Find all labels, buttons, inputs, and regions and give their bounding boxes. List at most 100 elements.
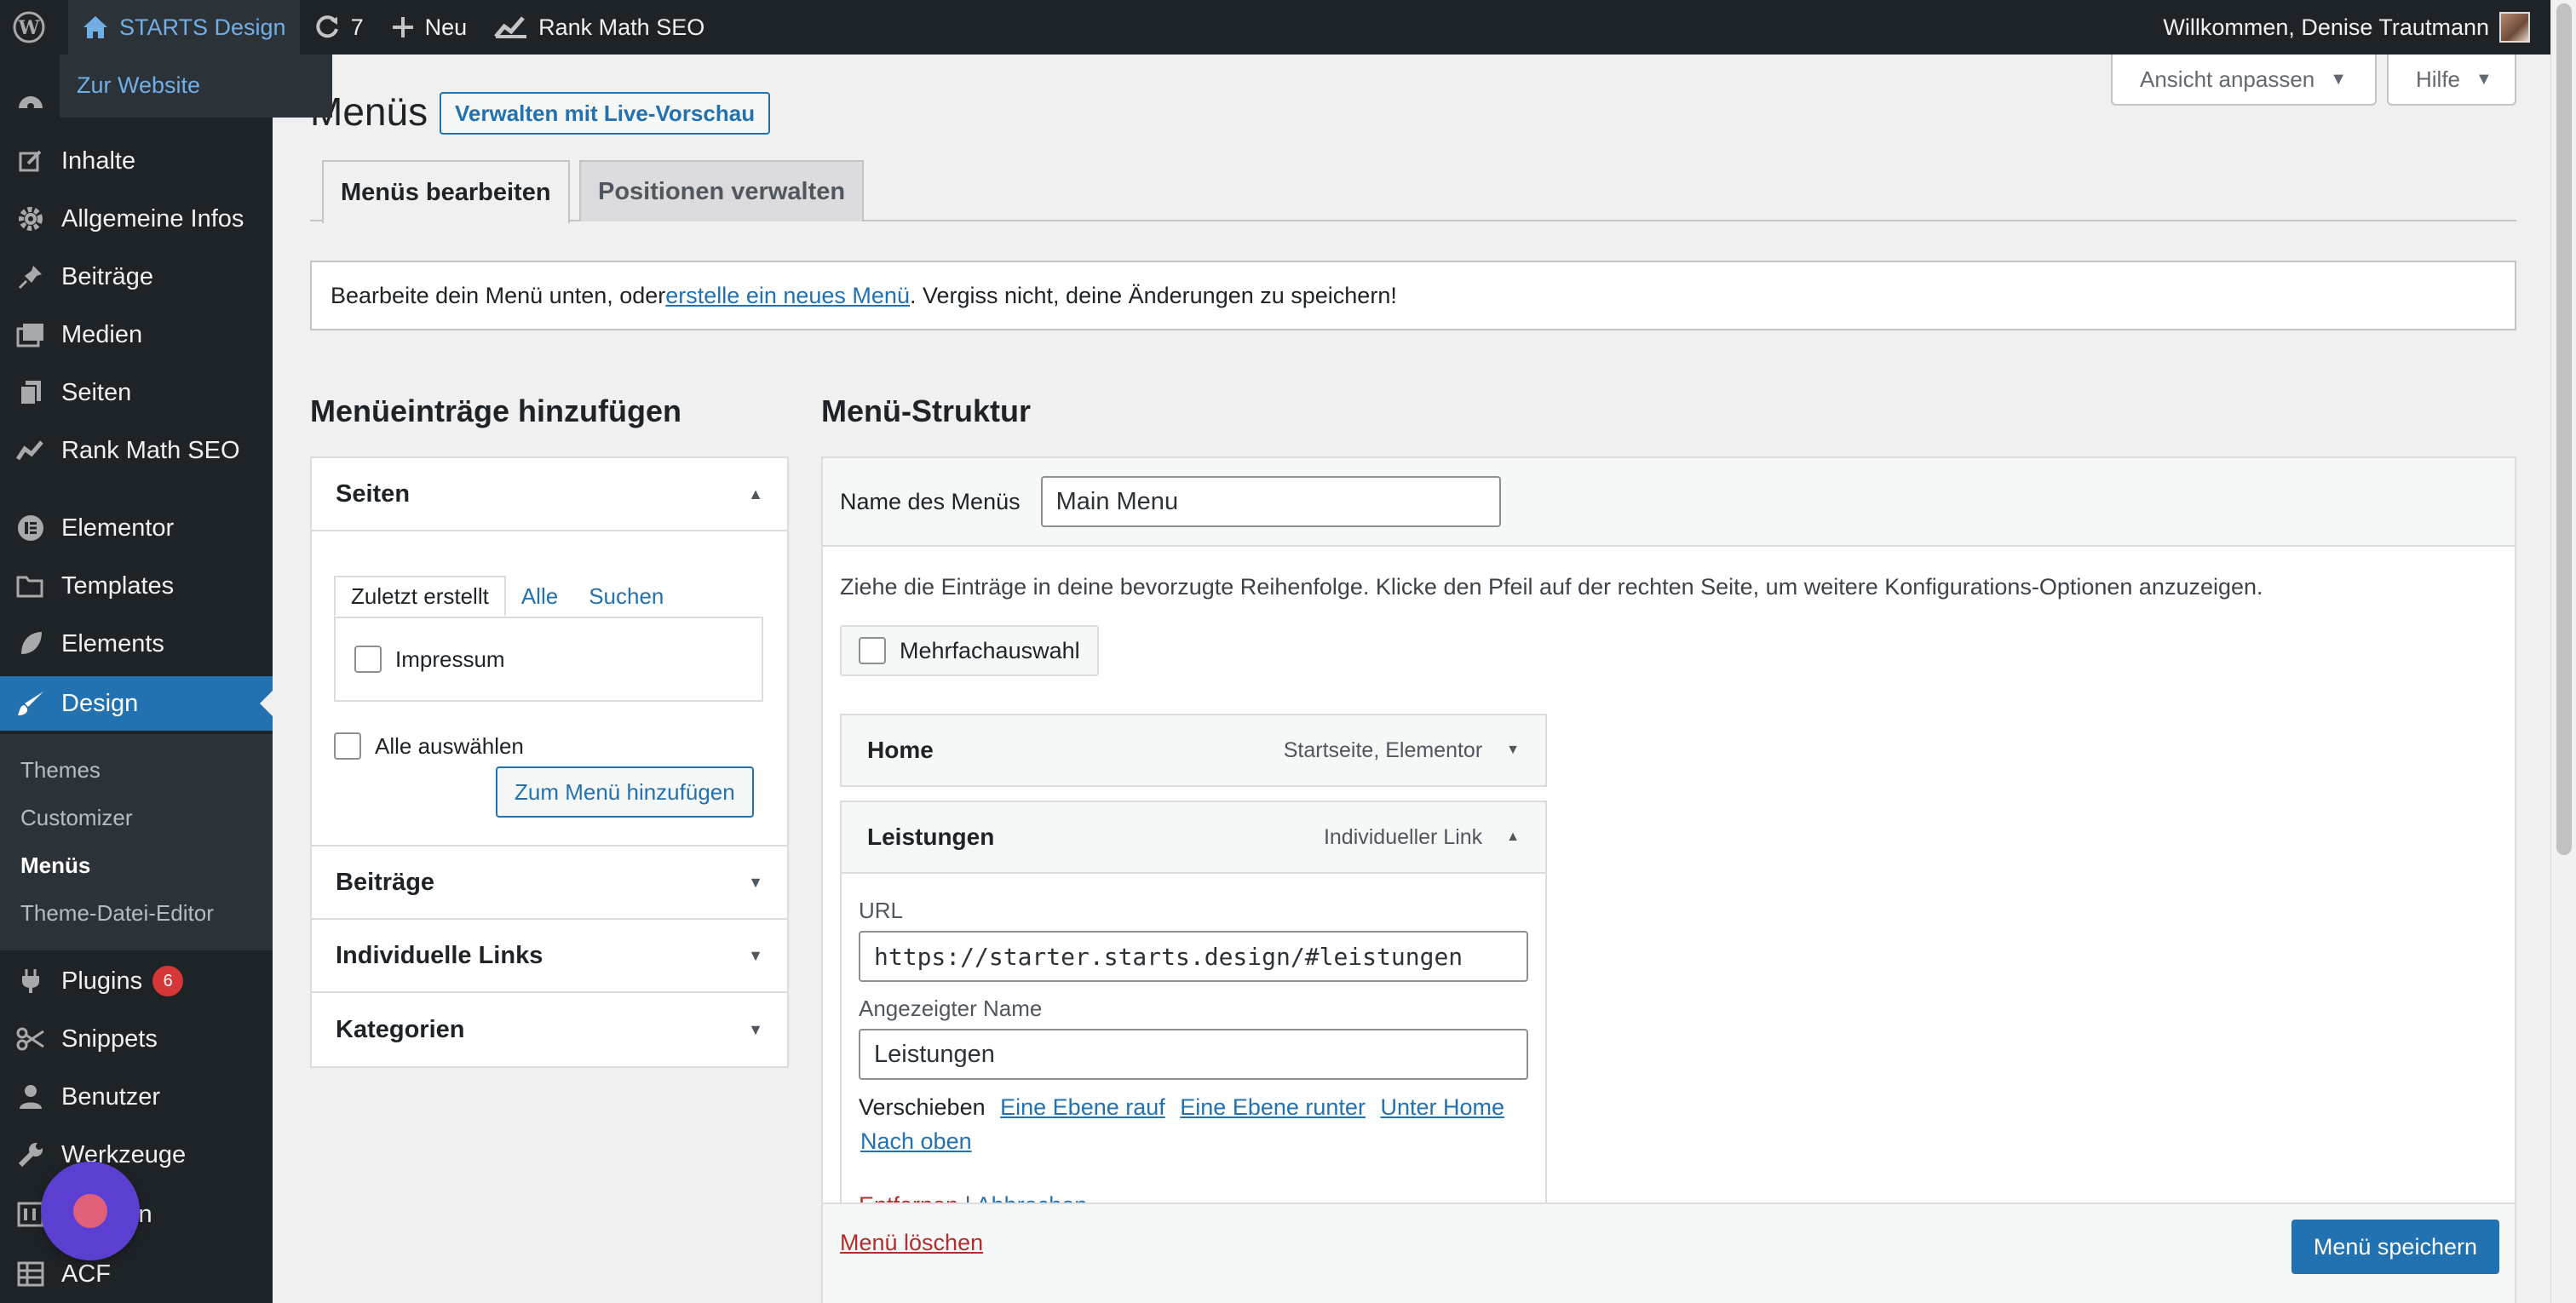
screen-options-button[interactable]: Ansicht anpassen ▼ (2111, 55, 2377, 106)
menu-item-settings: URL https://starter.starts.design/#leist… (842, 872, 1545, 1218)
new-content-menu[interactable]: Neu (377, 0, 481, 55)
sidebar-item-rank-math[interactable]: Rank Math SEO (0, 423, 273, 478)
sidebar-item-snippets[interactable]: Snippets (0, 1012, 273, 1066)
chat-bubble-button[interactable] (41, 1162, 140, 1260)
menu-item-title: Leistungen (867, 824, 995, 850)
tab-most-recent[interactable]: Zuletzt erstellt (334, 576, 506, 617)
wrench-icon (0, 1141, 61, 1168)
sidebar-item-medien[interactable]: Medien (0, 307, 273, 362)
move-label: Verschieben (859, 1094, 986, 1120)
sidebar-item-seiten[interactable]: Seiten (0, 365, 273, 420)
wordpress-logo-icon[interactable]: W (0, 0, 68, 55)
add-to-menu-button[interactable]: Zum Menü hinzufügen (496, 766, 754, 818)
caret-up-icon[interactable]: ▲ (1506, 829, 1520, 845)
help-button[interactable]: Hilfe ▼ (2387, 55, 2516, 106)
sidebar-item-elements[interactable]: Elements (0, 617, 273, 671)
pages-panel: Zuletzt erstellt Alle Suchen Impressum A… (312, 531, 787, 847)
account-menu[interactable]: Willkommen, Denise Trautmann (2149, 0, 2550, 55)
submenu-item-themes[interactable]: Themes (0, 746, 273, 794)
gear-icon (0, 205, 61, 232)
page-checkbox[interactable] (354, 646, 382, 673)
sidebar-item-inhalte[interactable]: Inhalte (0, 134, 273, 188)
chat-dot-icon (73, 1194, 107, 1228)
move-to-top-link[interactable]: Nach oben (860, 1128, 972, 1154)
sidebar-item-templates[interactable]: Templates (0, 559, 273, 613)
move-up-one-level-link[interactable]: Eine Ebene rauf (1000, 1094, 1165, 1120)
page-item-label: Impressum (395, 646, 505, 672)
tab-edit-menus[interactable]: Menüs bearbeiten (322, 160, 570, 223)
section-title: Individuelle Links (336, 941, 543, 969)
section-title: Beiträge (336, 868, 435, 896)
accordion-section-custom-links[interactable]: Individuelle Links ▼ (312, 920, 787, 993)
submenu-item-theme-editor[interactable]: Theme-Datei-Editor (0, 889, 273, 937)
navigation-label-input[interactable]: Leistungen (859, 1029, 1528, 1080)
section-title: Kategorien (336, 1015, 465, 1043)
visit-site-link[interactable]: Zur Website (77, 72, 200, 98)
site-dropdown: Zur Website (60, 55, 332, 118)
move-links-row: Verschieben Eine Ebene rauf Eine Ebene r… (859, 1090, 1528, 1158)
page-scrollbar[interactable] (2550, 0, 2576, 1303)
caret-down-icon[interactable]: ▼ (1506, 743, 1520, 758)
sidebar-item-benutzer[interactable]: Benutzer (0, 1070, 273, 1124)
bulk-select-checkbox[interactable] (859, 637, 886, 664)
site-name-menu[interactable]: STARTS Design (68, 0, 300, 55)
rankmath-menu[interactable]: Rank Math SEO (480, 0, 718, 55)
pages-icon (0, 379, 61, 406)
plug-icon (0, 967, 61, 995)
menu-item-leistungen[interactable]: Leistungen Individueller Link ▲ URL http… (840, 801, 1547, 1218)
plugins-update-badge: 6 (152, 966, 184, 996)
menu-item-type: Startseite, Elementor ▼ (1284, 738, 1520, 763)
accordion-section-categories[interactable]: Kategorien ▼ (312, 993, 787, 1066)
menu-item-type: Individueller Link ▲ (1324, 825, 1520, 850)
menu-name-input[interactable]: Main Menu (1040, 476, 1501, 527)
grid-icon (0, 1261, 61, 1287)
select-all-label: Alle auswählen (375, 732, 524, 759)
bulk-select-label: Mehrfachauswahl (900, 637, 1080, 663)
move-under-home-link[interactable]: Unter Home (1380, 1094, 1504, 1120)
tab-manage-locations[interactable]: Positionen verwalten (579, 160, 865, 221)
sidebar-item-elementor[interactable]: Elementor (0, 501, 273, 555)
sidebar-item-label: Templates (61, 571, 175, 600)
save-menu-button[interactable]: Menü speichern (2291, 1220, 2499, 1274)
url-input[interactable]: https://starter.starts.design/#leistunge… (859, 931, 1528, 982)
accordion-section-posts[interactable]: Beiträge ▼ (312, 847, 787, 920)
submenu-item-menus[interactable]: Menüs (0, 841, 273, 889)
tab-search[interactable]: Suchen (573, 576, 679, 617)
add-items-heading: Menüeinträge hinzufügen (310, 393, 681, 428)
sidebar-item-design[interactable]: Design (0, 676, 273, 731)
menu-item-handle[interactable]: Home Startseite, Elementor ▼ (842, 715, 1545, 785)
menu-item-home[interactable]: Home Startseite, Elementor ▼ (840, 714, 1547, 787)
sidebar-item-beitraege[interactable]: Beiträge (0, 250, 273, 304)
submenu-item-customizer[interactable]: Customizer (0, 794, 273, 841)
live-preview-button[interactable]: Verwalten mit Live-Vorschau (440, 92, 771, 135)
notice-text-before: Bearbeite dein Menü unten, oder (331, 282, 666, 308)
create-new-menu-link[interactable]: erstelle ein neues Menü (665, 283, 910, 309)
screen-options-label: Ansicht anpassen (2140, 66, 2315, 92)
sidebar-item-werkzeuge[interactable]: Werkzeuge (0, 1128, 273, 1182)
scrollbar-thumb[interactable] (2556, 3, 2572, 855)
updates-menu[interactable]: 7 (300, 0, 377, 55)
menu-structure-heading: Menü-Struktur (821, 393, 1031, 428)
sidebar-item-label: Benutzer (61, 1082, 161, 1111)
bulk-select-toggle[interactable]: Mehrfachauswahl (840, 625, 1099, 676)
pages-inner-tabs: Zuletzt erstellt Alle Suchen (334, 576, 679, 617)
delete-menu-link[interactable]: Menü löschen (840, 1230, 983, 1256)
navigation-label-label: Angezeigter Name (859, 996, 1043, 1021)
sidebar-item-acf[interactable]: ACF (0, 1247, 273, 1301)
svg-text:W: W (18, 17, 40, 39)
move-down-one-level-link[interactable]: Eine Ebene runter (1180, 1094, 1366, 1120)
sidebar-item-plugins[interactable]: Plugins 6 (0, 954, 273, 1008)
accordion-section-pages[interactable]: Seiten ▲ (312, 458, 787, 531)
tab-view-all[interactable]: Alle (506, 576, 573, 617)
sidebar-item-label: Elements (61, 629, 164, 657)
menu-footer: Menü löschen Menü speichern (823, 1203, 2515, 1303)
menu-item-handle[interactable]: Leistungen Individueller Link ▲ (842, 802, 1545, 872)
select-all-checkbox[interactable] (334, 732, 361, 760)
scissors-icon (0, 1026, 61, 1052)
rankmath-label: Rank Math SEO (538, 14, 705, 40)
sidebar-item-allgemeine-infos[interactable]: Allgemeine Infos (0, 192, 273, 246)
design-submenu: Themes Customizer Menüs Theme-Datei-Edit… (0, 734, 273, 950)
menu-name-label: Name des Menüs (840, 488, 1021, 514)
menu-item-type-label: Startseite, Elementor (1283, 738, 1483, 762)
caret-up-icon: ▲ (748, 485, 763, 502)
